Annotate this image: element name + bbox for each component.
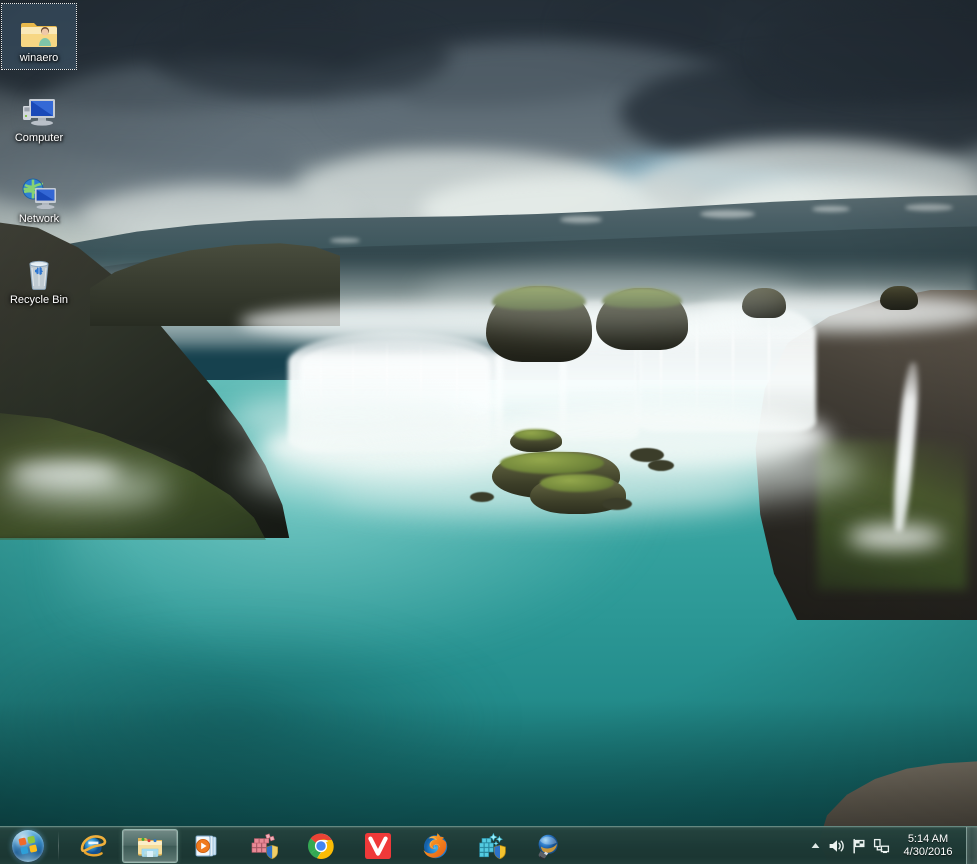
taskbar-button-internet-explorer[interactable]: [65, 829, 121, 863]
windows-start-orb-icon: [12, 829, 44, 862]
firefox-icon: [421, 832, 449, 860]
taskbar-button-disk-cleanup[interactable]: [464, 829, 520, 863]
desktop-icon-label: winaero: [19, 52, 59, 64]
desktop-icon-label: Recycle Bin: [9, 294, 69, 306]
internet-explorer-icon: [79, 832, 107, 860]
network-monitor-icon: [873, 838, 889, 853]
taskbar-button-windows-media-player[interactable]: [179, 829, 235, 863]
system-tray[interactable]: 5:14 AM 4/30/2016: [804, 827, 977, 864]
clock-date: 4/30/2016: [903, 845, 953, 858]
network-icon: [2, 167, 76, 209]
desktop-icon-label: Network: [18, 213, 60, 225]
volume-button[interactable]: [826, 829, 848, 863]
disk-cleanup-icon: [478, 832, 506, 860]
chrome-icon: [307, 832, 335, 860]
taskbar-button-windows-explorer[interactable]: [122, 828, 178, 863]
vivaldi-icon: [364, 832, 392, 860]
desktop-wallpaper: [0, 0, 977, 864]
flag-icon: [853, 838, 865, 854]
desktop[interactable]: winaero Computer Network Recycle Bin 5:1…: [0, 0, 977, 864]
winaero-tweaker-icon: [535, 832, 563, 860]
chevron-up-icon: [811, 843, 819, 848]
speaker-icon: [829, 839, 844, 852]
computer-icon: [2, 86, 76, 128]
action-center-button[interactable]: [848, 829, 870, 863]
media-player-icon: [193, 832, 221, 860]
defragmenter-icon: [250, 832, 278, 860]
start-button[interactable]: [1, 828, 55, 864]
desktop-icon-label: Computer: [14, 132, 64, 144]
taskbar-button-mozilla-firefox[interactable]: [407, 829, 463, 863]
taskbar-button-google-chrome[interactable]: [293, 829, 349, 863]
taskbar-button-winaero-tweaker[interactable]: [521, 829, 577, 863]
clock[interactable]: 5:14 AM 4/30/2016: [892, 829, 964, 863]
desktop-icon-winaero[interactable]: winaero: [1, 3, 77, 70]
user-folder-icon: [2, 6, 76, 48]
network-button[interactable]: [870, 829, 892, 863]
clock-time: 5:14 AM: [907, 832, 949, 845]
desktop-icon-computer[interactable]: Computer: [2, 84, 76, 149]
recycle-bin-icon: [2, 248, 76, 290]
desktop-icon-recycle-bin[interactable]: Recycle Bin: [2, 246, 76, 311]
taskbar-button-vivaldi[interactable]: [350, 829, 406, 863]
taskbar-divider: [58, 830, 59, 861]
windows-explorer-icon: [136, 832, 164, 860]
desktop-icon-network[interactable]: Network: [2, 165, 76, 230]
taskbar[interactable]: 5:14 AM 4/30/2016: [0, 826, 977, 864]
taskbar-buttons[interactable]: [62, 827, 804, 864]
taskbar-button-disk-defragmenter[interactable]: [236, 829, 292, 863]
show-desktop-button[interactable]: [966, 827, 977, 864]
show-hidden-icons-button[interactable]: [804, 829, 826, 863]
